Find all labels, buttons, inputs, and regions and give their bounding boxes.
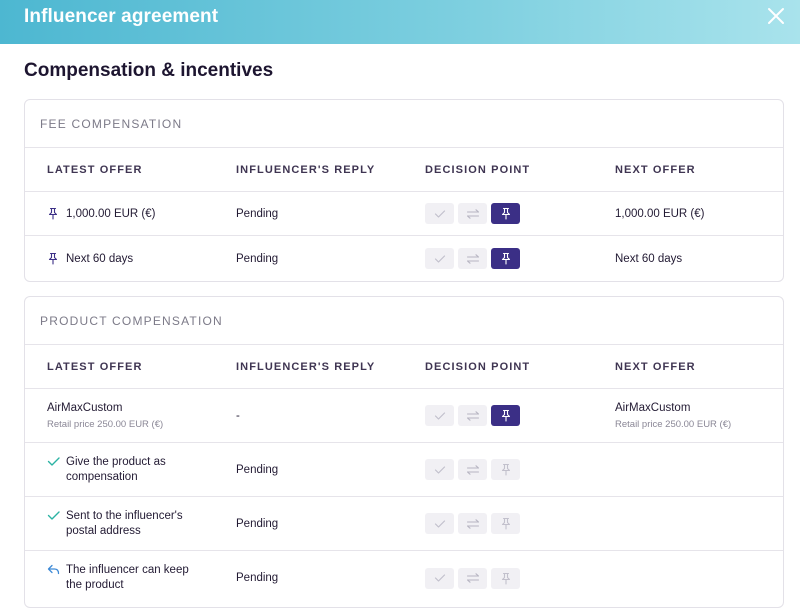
next-offer-value: Next 60 days (615, 252, 683, 265)
check-icon (47, 510, 63, 521)
col-influencer-reply: INFLUENCER'S REPLY (236, 360, 376, 373)
latest-offer-value: AirMaxCustom (47, 401, 123, 414)
next-offer-value: 1,000.00 EUR (€) (615, 207, 705, 220)
latest-offer-retail-price: Retail price 250.00 EUR (€) (47, 418, 164, 430)
table-row: 1,000.00 EUR (€) Pending 1,000.00 EUR (€… (25, 192, 783, 236)
swap-icon (466, 208, 479, 219)
col-latest-offer: LATEST OFFER (47, 163, 143, 176)
latest-offer-value: 1,000.00 EUR (€) (66, 207, 156, 220)
swap-icon (466, 253, 479, 264)
table-row: Sent to the influencer's postal address … (25, 497, 783, 551)
pin-button[interactable] (491, 567, 520, 589)
pin-button[interactable] (491, 513, 520, 534)
col-decision-point: DECISION POINT (425, 360, 531, 373)
next-offer-value: AirMaxCustom (615, 401, 691, 414)
accept-button[interactable] (425, 248, 454, 269)
pin-button[interactable] (491, 248, 520, 269)
counter-button[interactable] (458, 567, 487, 589)
col-influencer-reply: INFLUENCER'S REPLY (236, 163, 376, 176)
latest-offer-value: Sent to the influencer's postal address (66, 509, 183, 537)
modal-title: Influencer agreement (24, 6, 219, 27)
table-row: The influencer can keep the product Pend… (25, 551, 783, 605)
column-headers: LATEST OFFER INFLUENCER'S REPLY DECISION… (25, 148, 783, 192)
reply-status: Pending (236, 207, 279, 220)
pin-icon (501, 517, 510, 530)
check-icon (434, 574, 445, 582)
pin-button[interactable] (491, 203, 520, 224)
counter-button[interactable] (458, 203, 487, 224)
pin-icon (501, 463, 510, 476)
counter-button[interactable] (458, 459, 487, 480)
counter-button[interactable] (458, 405, 487, 426)
pin-icon (501, 207, 510, 220)
col-next-offer: NEXT OFFER (615, 163, 696, 176)
swap-icon (466, 518, 479, 529)
check-icon (434, 209, 445, 218)
latest-offer-value: The influencer can keep the product (66, 564, 189, 591)
check-icon (434, 519, 445, 528)
product-compensation-card: PRODUCT COMPENSATION LATEST OFFER INFLUE… (24, 296, 784, 608)
reply-status: Pending (236, 252, 279, 265)
close-button[interactable] (766, 6, 786, 26)
reply-icon (47, 564, 63, 576)
check-icon (434, 411, 445, 420)
table-row: Next 60 days Pending Next 60 days (25, 236, 783, 281)
pin-icon (501, 409, 510, 422)
reply-status: - (236, 409, 240, 422)
check-icon (47, 456, 63, 467)
decision-controls (425, 459, 520, 480)
page-title: Compensation & incentives (24, 60, 274, 81)
accept-button[interactable] (425, 459, 454, 480)
fee-compensation-card: FEE COMPENSATION LATEST OFFER INFLUENCER… (24, 99, 784, 282)
decision-controls (425, 248, 520, 269)
counter-button[interactable] (458, 513, 487, 534)
accept-button[interactable] (425, 567, 454, 589)
pin-icon (501, 252, 510, 265)
accept-button[interactable] (425, 203, 454, 224)
check-icon (434, 254, 445, 263)
column-headers: LATEST OFFER INFLUENCER'S REPLY DECISION… (25, 345, 783, 389)
decision-controls (425, 567, 520, 589)
latest-offer-value: Give the product as compensation (66, 455, 166, 483)
modal-header: Influencer agreement (0, 0, 800, 44)
table-row: AirMaxCustom Retail price 250.00 EUR (€)… (25, 389, 783, 443)
reply-status: Pending (236, 572, 279, 584)
pin-icon (501, 572, 510, 585)
accept-button[interactable] (425, 405, 454, 426)
decision-controls (425, 513, 520, 534)
close-icon (768, 8, 784, 24)
swap-icon (466, 410, 479, 421)
counter-button[interactable] (458, 248, 487, 269)
decision-controls (425, 203, 520, 224)
pin-icon (47, 252, 63, 265)
check-icon (434, 465, 445, 474)
swap-icon (466, 573, 479, 583)
col-decision-point: DECISION POINT (425, 163, 531, 176)
col-next-offer: NEXT OFFER (615, 360, 696, 373)
swap-icon (466, 464, 479, 475)
pin-button[interactable] (491, 405, 520, 426)
accept-button[interactable] (425, 513, 454, 534)
table-row: Give the product as compensation Pending (25, 443, 783, 497)
card-title: PRODUCT COMPENSATION (25, 297, 783, 345)
decision-controls (425, 405, 520, 426)
next-offer-retail-price: Retail price 250.00 EUR (€) (615, 418, 732, 430)
pin-button[interactable] (491, 459, 520, 480)
reply-status: Pending (236, 463, 279, 476)
card-title: FEE COMPENSATION (25, 100, 783, 148)
col-latest-offer: LATEST OFFER (47, 360, 143, 373)
latest-offer-value: Next 60 days (66, 252, 134, 265)
pin-icon (47, 207, 63, 220)
reply-status: Pending (236, 517, 279, 530)
